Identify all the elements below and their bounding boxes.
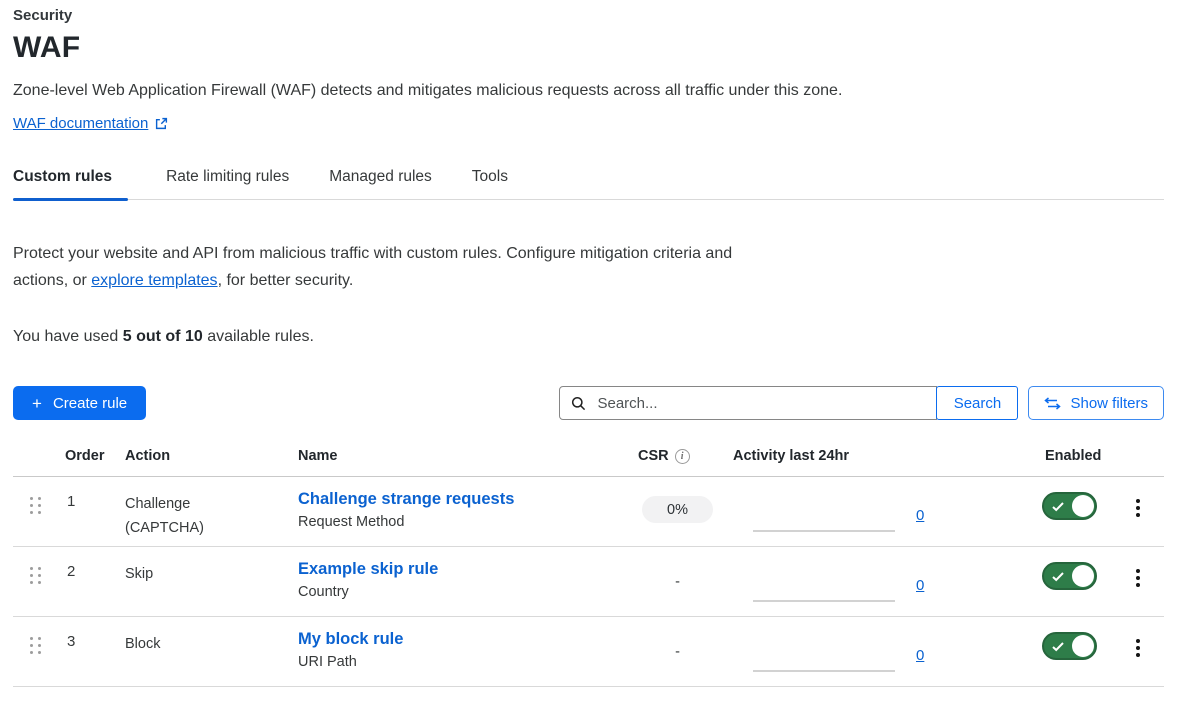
rules-toolbar: + Create rule Search Show filters — [13, 386, 1164, 420]
csr-cell: 0% — [630, 490, 725, 546]
action-line1: Skip — [125, 562, 290, 586]
action-line2: (CAPTCHA) — [125, 516, 290, 540]
waf-documentation-link[interactable]: WAF documentation — [13, 115, 148, 132]
enabled-toggle[interactable] — [1042, 632, 1097, 660]
row-menu-button[interactable] — [1130, 633, 1146, 686]
usage-suffix: available rules. — [203, 328, 314, 345]
usage-count: 5 out of 10 — [123, 328, 203, 345]
activity-cell: 0 — [725, 630, 1025, 686]
rule-order: 1 — [57, 490, 117, 546]
col-header-csr: CSR i — [630, 448, 725, 464]
filters-arrows-icon — [1044, 397, 1061, 410]
page-title: WAF — [13, 31, 1164, 65]
tab-managed-rules[interactable]: Managed rules — [329, 168, 434, 199]
intro-text: Protect your website and API from malici… — [13, 240, 761, 294]
activity-count-link[interactable]: 0 — [916, 647, 924, 664]
drag-handle-icon[interactable] — [30, 637, 57, 654]
activity-sparkline — [753, 600, 895, 602]
col-header-activity: Activity last 24hr — [725, 448, 1025, 464]
csr-cell: - — [630, 560, 725, 616]
toolbar-spacer — [146, 386, 559, 420]
activity-count-link[interactable]: 0 — [916, 507, 924, 524]
drag-handle-icon[interactable] — [30, 497, 57, 514]
rule-field: URI Path — [298, 654, 630, 670]
rule-name-link[interactable]: My block rule — [298, 630, 403, 649]
external-link-icon — [155, 117, 168, 130]
rule-action: Skip — [117, 560, 290, 616]
enabled-cell — [1025, 560, 1111, 616]
col-header-enabled: Enabled — [1025, 448, 1111, 464]
col-header-action: Action — [117, 448, 290, 464]
explore-templates-link[interactable]: explore templates — [91, 272, 217, 289]
rule-name-link[interactable]: Example skip rule — [298, 560, 438, 579]
tab-custom-rules[interactable]: Custom rules — [13, 168, 128, 199]
doc-link-row: WAF documentation — [13, 115, 1164, 132]
rule-order: 3 — [57, 630, 117, 686]
col-header-order: Order — [57, 448, 117, 464]
intro-after: , for better security. — [218, 272, 354, 289]
csr-label: CSR — [638, 448, 669, 464]
usage-prefix: You have used — [13, 328, 123, 345]
col-header-name: Name — [290, 448, 630, 464]
search-input[interactable] — [595, 394, 925, 413]
create-rule-label: Create rule — [53, 395, 127, 412]
rule-name-cell: Example skip rule Country — [290, 560, 630, 616]
menu-cell — [1111, 630, 1164, 686]
activity-count-link[interactable]: 0 — [916, 577, 924, 594]
csr-empty: - — [675, 636, 680, 686]
rule-name-cell: My block rule URI Path — [290, 630, 630, 686]
info-icon[interactable]: i — [675, 449, 690, 464]
toggle-knob — [1072, 495, 1094, 517]
table-row: 1 Challenge (CAPTCHA) Challenge strange … — [13, 477, 1164, 547]
rule-action: Challenge (CAPTCHA) — [117, 490, 290, 546]
menu-cell — [1111, 490, 1164, 546]
page-description: Zone-level Web Application Firewall (WAF… — [13, 82, 1164, 100]
action-line1: Challenge — [125, 492, 290, 516]
table-row: 3 Block My block rule URI Path - 0 — [13, 617, 1164, 687]
toggle-knob — [1072, 565, 1094, 587]
menu-cell — [1111, 560, 1164, 616]
enabled-cell — [1025, 490, 1111, 546]
enabled-cell — [1025, 630, 1111, 686]
rule-field: Request Method — [298, 514, 630, 530]
rule-action: Block — [117, 630, 290, 686]
tab-bar: Custom rules Rate limiting rules Managed… — [13, 168, 1164, 200]
activity-sparkline — [753, 530, 895, 532]
show-filters-label: Show filters — [1070, 395, 1148, 412]
table-row: 2 Skip Example skip rule Country - 0 — [13, 547, 1164, 617]
action-line1: Block — [125, 632, 290, 656]
csr-empty: - — [675, 566, 680, 616]
rules-table: Order Action Name CSR i Activity last 24… — [13, 448, 1164, 687]
tab-tools[interactable]: Tools — [472, 168, 510, 199]
rule-field: Country — [298, 584, 630, 600]
activity-cell: 0 — [725, 490, 1025, 546]
toggle-knob — [1072, 635, 1094, 657]
rule-order: 2 — [57, 560, 117, 616]
rule-name-cell: Challenge strange requests Request Metho… — [290, 490, 630, 546]
create-rule-button[interactable]: + Create rule — [13, 386, 146, 420]
row-menu-button[interactable] — [1130, 563, 1146, 616]
csr-cell: - — [630, 630, 725, 686]
search-button[interactable]: Search — [936, 386, 1018, 420]
search-box — [559, 386, 937, 420]
drag-handle-icon[interactable] — [30, 567, 57, 584]
table-header-row: Order Action Name CSR i Activity last 24… — [13, 448, 1164, 477]
show-filters-button[interactable]: Show filters — [1028, 386, 1164, 420]
plus-icon: + — [32, 395, 42, 412]
activity-sparkline — [753, 670, 895, 672]
csr-badge: 0% — [642, 496, 713, 523]
search-icon — [571, 396, 586, 411]
usage-text: You have used 5 out of 10 available rule… — [13, 328, 1164, 346]
tab-rate-limiting-rules[interactable]: Rate limiting rules — [166, 168, 291, 199]
activity-cell: 0 — [725, 560, 1025, 616]
enabled-toggle[interactable] — [1042, 492, 1097, 520]
rule-name-link[interactable]: Challenge strange requests — [298, 490, 514, 509]
waf-page: Security WAF Zone-level Web Application … — [0, 0, 1177, 687]
breadcrumb-security: Security — [13, 0, 1164, 24]
enabled-toggle[interactable] — [1042, 562, 1097, 590]
row-menu-button[interactable] — [1130, 493, 1146, 546]
